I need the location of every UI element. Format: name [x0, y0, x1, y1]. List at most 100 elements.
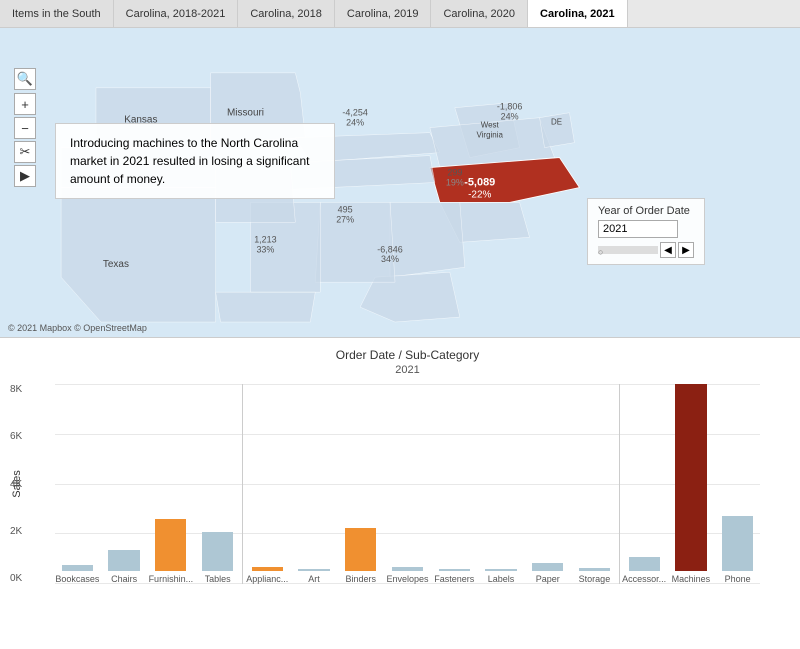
- svg-text:Virginia: Virginia: [476, 131, 503, 140]
- mapbox-credit: © 2021 Mapbox © OpenStreetMap: [8, 323, 147, 333]
- tab-carolina--2020[interactable]: Carolina, 2020: [431, 0, 528, 27]
- bar-group-9[interactable]: Labels: [479, 384, 524, 584]
- svg-text:495: 495: [338, 204, 353, 214]
- svg-text:34%: 34%: [381, 254, 399, 264]
- bar-group-14[interactable]: Phone: [715, 384, 760, 584]
- year-prev-button[interactable]: ◀: [660, 242, 676, 258]
- annotation-box: Introducing machines to the North Caroli…: [55, 123, 335, 199]
- y-tick-4k: 4K: [10, 479, 22, 490]
- bar-4: [252, 567, 283, 571]
- svg-text:-6,846: -6,846: [377, 244, 402, 254]
- svg-text:DE: DE: [551, 118, 562, 127]
- bar-group-13[interactable]: Machines: [669, 384, 714, 584]
- svg-text:19%: 19%: [446, 177, 464, 187]
- bar-label-0: Bookcases: [55, 574, 99, 584]
- bar-7: [392, 567, 423, 571]
- arrow-button[interactable]: ▶: [14, 165, 36, 187]
- bar-group-6[interactable]: Binders: [338, 384, 383, 584]
- map-controls: + − ✂ ▶: [14, 93, 36, 187]
- tab-carolina--2019[interactable]: Carolina, 2019: [335, 0, 432, 27]
- bar-3: [202, 532, 233, 571]
- bar-11: [579, 568, 610, 571]
- bar-1: [108, 550, 139, 571]
- chart-area: Order Date / Sub-Category 2021 Sales 8K …: [0, 338, 800, 649]
- year-next-button[interactable]: ▶: [678, 242, 694, 258]
- bar-group-5[interactable]: Art: [292, 384, 337, 584]
- search-button[interactable]: 🔍: [14, 68, 36, 90]
- bar-label-7: Envelopes: [386, 574, 428, 584]
- bars-container: Bookcases Chairs Furnishin... Tables Applian…: [55, 384, 760, 584]
- bar-group-10[interactable]: Paper: [525, 384, 570, 584]
- svg-text:-1,806: -1,806: [497, 102, 522, 112]
- bar-label-14: Phone: [725, 574, 751, 584]
- bar-9: [485, 569, 516, 571]
- svg-text:27%: 27%: [336, 214, 354, 224]
- scissors-button[interactable]: ✂: [14, 141, 36, 163]
- y-tick-6k: 6K: [10, 431, 22, 442]
- annotation-text: Introducing machines to the North Caroli…: [70, 136, 309, 186]
- bar-label-2: Furnishin...: [149, 574, 194, 584]
- bar-6: [345, 528, 376, 571]
- year-filter-label: Year of Order Date: [598, 205, 694, 217]
- y-tick-2k: 2K: [10, 526, 22, 537]
- bar-label-6: Binders: [346, 574, 377, 584]
- svg-text:Missouri: Missouri: [227, 108, 264, 119]
- bar-12: [629, 557, 660, 571]
- chart-subtitle: 2021: [55, 364, 760, 376]
- svg-text:-5,089: -5,089: [464, 176, 495, 188]
- svg-text:-22%: -22%: [468, 189, 491, 200]
- bar-label-10: Paper: [536, 574, 560, 584]
- map-area: Kansas Missouri Texas West Virginia DE -…: [0, 28, 800, 338]
- bar-label-9: Labels: [488, 574, 515, 584]
- bar-10: [532, 563, 563, 571]
- bar-label-3: Tables: [205, 574, 231, 584]
- bar-label-13: Machines: [672, 574, 711, 584]
- bar-label-8: Fasteners: [434, 574, 474, 584]
- year-slider[interactable]: ○: [598, 246, 658, 254]
- bar-label-1: Chairs: [111, 574, 137, 584]
- chart-title: Order Date / Sub-Category: [55, 348, 760, 362]
- bar-5: [298, 569, 329, 571]
- y-axis: 8K 6K 4K 2K 0K: [10, 384, 22, 584]
- bar-group-0[interactable]: Bookcases: [55, 384, 100, 584]
- tab-items-in-the-south[interactable]: Items in the South: [0, 0, 114, 27]
- chart-divider-12: [619, 384, 620, 584]
- chart-inner: Sales 8K 6K 4K 2K 0K BookcasesChairsFurn…: [55, 384, 760, 584]
- bar-group-11[interactable]: Storage: [572, 384, 617, 584]
- bar-group-3[interactable]: Tables: [195, 384, 240, 584]
- tab-carolina--2018-2021[interactable]: Carolina, 2018-2021: [114, 0, 239, 27]
- bar-label-11: Storage: [579, 574, 611, 584]
- bar-8: [439, 569, 470, 571]
- zoom-out-button[interactable]: −: [14, 117, 36, 139]
- bar-2: [155, 519, 186, 571]
- tab-carolina--2018[interactable]: Carolina, 2018: [238, 0, 335, 27]
- bar-0: [62, 565, 93, 571]
- bar-group-1[interactable]: Chairs: [102, 384, 147, 584]
- year-input[interactable]: [598, 220, 678, 238]
- bar-13: [675, 384, 706, 571]
- bar-group-2[interactable]: Furnishin...: [148, 384, 193, 584]
- year-filter: Year of Order Date ○ ◀ ▶: [587, 198, 705, 265]
- bar-label-4: Applianc...: [246, 574, 288, 584]
- tab-carolina--2021[interactable]: Carolina, 2021: [528, 0, 628, 27]
- bar-group-4[interactable]: Applianc...: [245, 384, 290, 584]
- tab-bar: Items in the SouthCarolina, 2018-2021Car…: [0, 0, 800, 28]
- y-tick-8k: 8K: [10, 384, 22, 395]
- bar-group-12[interactable]: Accessor...: [622, 384, 667, 584]
- chart-divider-4: [242, 384, 243, 584]
- svg-text:1,213: 1,213: [254, 234, 276, 244]
- bar-label-5: Art: [308, 574, 320, 584]
- svg-text:24%: 24%: [346, 118, 364, 128]
- bar-group-7[interactable]: Envelopes: [385, 384, 430, 584]
- y-tick-0k: 0K: [10, 573, 22, 584]
- svg-text:299: 299: [447, 168, 462, 178]
- svg-text:24%: 24%: [501, 112, 519, 122]
- svg-text:33%: 33%: [256, 244, 274, 254]
- svg-text:-4,254: -4,254: [342, 108, 367, 118]
- bar-14: [722, 516, 753, 571]
- bar-group-8[interactable]: Fasteners: [432, 384, 477, 584]
- svg-text:West: West: [481, 121, 500, 130]
- zoom-in-button[interactable]: +: [14, 93, 36, 115]
- svg-text:Texas: Texas: [103, 259, 129, 270]
- bar-label-12: Accessor...: [622, 574, 666, 584]
